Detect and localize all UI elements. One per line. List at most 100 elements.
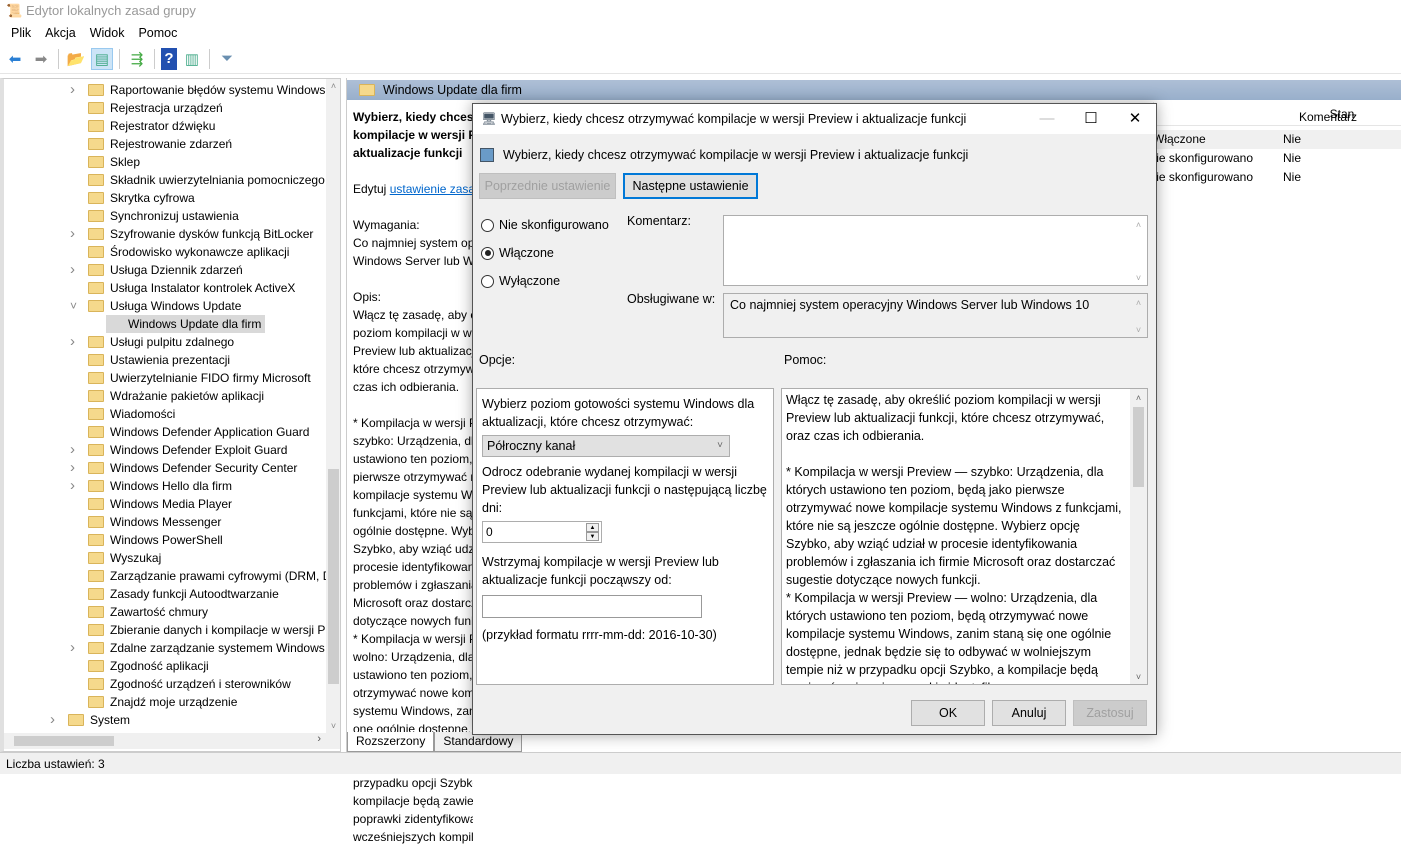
- tree-item[interactable]: › Windows Defender Security Center: [4, 459, 326, 477]
- tree-item[interactable]: › Szyfrowanie dysków funkcją BitLocker: [4, 225, 326, 243]
- tree-item-label: Windows Defender Security Center: [110, 461, 298, 475]
- tree-item[interactable]: › Usługi pulpitu zdalnego: [4, 333, 326, 351]
- maximize-button[interactable]: ☐: [1069, 104, 1113, 134]
- help-scrollbar[interactable]: ˄ ˅: [1130, 389, 1147, 684]
- tree-hscroll-thumb[interactable]: [14, 736, 114, 746]
- tree-item[interactable]: Wdrażanie pakietów aplikacji: [4, 387, 326, 405]
- menu-akcja[interactable]: Akcja: [38, 22, 83, 44]
- tree-horizontal-scrollbar[interactable]: ›: [4, 733, 340, 749]
- previous-setting-button[interactable]: Poprzednie ustawienie: [479, 173, 616, 199]
- tree-item[interactable]: Windows Defender Application Guard: [4, 423, 326, 441]
- chevron-right-icon[interactable]: ›: [50, 711, 60, 729]
- tree-item[interactable]: › Windows Defender Exploit Guard: [4, 441, 326, 459]
- defer-days-stepper[interactable]: 0 ▲ ▼: [482, 521, 602, 543]
- tree-item[interactable]: Zgodność urządzeń i sterowników: [4, 675, 326, 693]
- tree-item[interactable]: Sklep: [4, 153, 326, 171]
- tab-standardowy[interactable]: Standardowy: [434, 732, 523, 752]
- tree-item[interactable]: Windows Media Player: [4, 495, 326, 513]
- tab-rozszerzony[interactable]: Rozszerzony: [347, 732, 435, 752]
- tree-vertical-scrollbar[interactable]: ˄ ˅: [326, 79, 340, 733]
- pause-date-input[interactable]: [482, 595, 702, 618]
- next-setting-button[interactable]: Następne ustawienie: [623, 173, 758, 199]
- tree-item[interactable]: Zasady funkcji Autoodtwarzanie: [4, 585, 326, 603]
- tree-item[interactable]: › Usługa Dziennik zdarzeń: [4, 261, 326, 279]
- filter-icon[interactable]: ⏷: [216, 48, 238, 70]
- stepper-up-icon[interactable]: ▲: [586, 523, 599, 532]
- cancel-button[interactable]: Anuluj: [992, 700, 1066, 726]
- tree-item[interactable]: Synchronizuj ustawienia: [4, 207, 326, 225]
- menu-widok[interactable]: Widok: [83, 22, 132, 44]
- tree-item[interactable]: Składnik uwierzytelniania pomocniczego f: [4, 171, 331, 189]
- tree-item[interactable]: Rejestracja urządzeń: [4, 99, 326, 117]
- chevron-right-icon[interactable]: ›: [70, 81, 80, 99]
- scroll-up-icon[interactable]: ˄: [326, 81, 340, 91]
- export-list-icon[interactable]: ⇶: [126, 48, 148, 70]
- folder-icon: [88, 498, 104, 510]
- tree-item[interactable]: › System: [4, 711, 326, 729]
- tree-scroll-thumb[interactable]: [328, 469, 339, 684]
- tree-item[interactable]: Zawartość chmury: [4, 603, 326, 621]
- desc-line: ustawiono ten poziom, będą: [353, 668, 473, 682]
- tree-item[interactable]: Rejestrator dźwięku: [4, 117, 326, 135]
- tree-item[interactable]: Wiadomości: [4, 405, 326, 423]
- scroll-right-icon[interactable]: ›: [317, 733, 321, 745]
- up-folder-icon[interactable]: 📂: [65, 48, 87, 70]
- tree-item[interactable]: ˅ Usługa Windows Update: [4, 297, 326, 315]
- help-icon[interactable]: ?: [161, 47, 177, 70]
- chevron-right-icon[interactable]: ›: [70, 225, 80, 243]
- chevron-right-icon[interactable]: ›: [70, 441, 80, 459]
- radio-not-configured[interactable]: Nie skonfigurowano: [481, 218, 609, 232]
- tree-item[interactable]: Ustawienia prezentacji: [4, 351, 326, 369]
- chevron-right-icon[interactable]: ›: [70, 261, 80, 279]
- scroll-down-icon[interactable]: ˅: [326, 721, 340, 731]
- help-scroll-thumb[interactable]: [1133, 407, 1144, 487]
- tree-item[interactable]: Skrytka cyfrowa: [4, 189, 326, 207]
- edit-policy-link[interactable]: ustawienie zasad: [390, 182, 473, 196]
- radio-enabled[interactable]: Włączone: [481, 246, 554, 260]
- comment-textarea[interactable]: ˄ ˅: [723, 215, 1148, 286]
- tree-item[interactable]: Zgodność aplikacji: [4, 657, 326, 675]
- folder-icon: [88, 354, 104, 366]
- menu-plik[interactable]: Plik: [4, 22, 38, 44]
- minimize-button[interactable]: —: [1025, 104, 1069, 134]
- readiness-dropdown[interactable]: Półroczny kanał ˅: [482, 435, 730, 457]
- help-paragraph: Włącz tę zasadę, aby określić poziom kom…: [786, 393, 1105, 443]
- desc-line: wcześniejszych kompilacjach.: [353, 830, 473, 844]
- tree-item[interactable]: Zarządzanie prawami cyfrowymi (DRM, D: [4, 567, 331, 585]
- forward-arrow-icon[interactable]: ➡: [30, 48, 52, 70]
- desc-line: Co najmniej system operacyjny: [353, 236, 473, 250]
- show-action-pane-icon[interactable]: ▥: [181, 48, 203, 70]
- back-arrow-icon[interactable]: ⬅: [4, 48, 26, 70]
- tree-item[interactable]: Znajdź moje urządzenie: [4, 693, 326, 711]
- tree-item[interactable]: Windows Update dla firm: [4, 315, 326, 333]
- menu-pomoc[interactable]: Pomoc: [131, 22, 184, 44]
- chevron-right-icon[interactable]: ›: [70, 477, 80, 495]
- chevron-right-icon[interactable]: ›: [70, 333, 80, 351]
- tree-item[interactable]: Zbieranie danych i kompilacje w wersji P…: [4, 621, 329, 639]
- tree-item[interactable]: Usługa Instalator kontrolek ActiveX: [4, 279, 326, 297]
- apply-button[interactable]: Zastosuj: [1073, 700, 1147, 726]
- chevron-right-icon[interactable]: ›: [70, 639, 80, 657]
- stepper-down-icon[interactable]: ▼: [586, 532, 599, 541]
- desc-line: [353, 270, 473, 288]
- tree-item[interactable]: Windows PowerShell: [4, 531, 326, 549]
- tree-item[interactable]: › Zdalne zarządzanie systemem Windows (W: [4, 639, 340, 657]
- options-label: Opcje:: [479, 353, 516, 367]
- tree-item-label: Zgodność urządzeń i sterowników: [110, 677, 291, 691]
- tree-item[interactable]: › Windows Hello dla firm: [4, 477, 326, 495]
- supported-scrollbar[interactable]: ˄ ˅: [1130, 294, 1147, 337]
- radio-disabled[interactable]: Wyłączone: [481, 274, 560, 288]
- chevron-down-icon[interactable]: ˅: [70, 297, 80, 315]
- close-button[interactable]: ✕: [1113, 104, 1157, 134]
- comment-scrollbar[interactable]: ˄ ˅: [1130, 216, 1147, 285]
- tree-item[interactable]: › Raportowanie błędów systemu Windows: [4, 81, 326, 99]
- show-hide-tree-icon[interactable]: ▤: [91, 47, 113, 70]
- tree-item[interactable]: Rejestrowanie zdarzeń: [4, 135, 326, 153]
- tree-item[interactable]: Wyszukaj: [4, 549, 326, 567]
- ok-button[interactable]: OK: [911, 700, 985, 726]
- tree-item[interactable]: Windows Messenger: [4, 513, 326, 531]
- chevron-right-icon[interactable]: ›: [70, 459, 80, 477]
- tree-item[interactable]: Uwierzytelnianie FIDO firmy Microsoft: [4, 369, 326, 387]
- column-header-komentarz[interactable]: Komentarz: [1253, 110, 1401, 124]
- tree-item[interactable]: Środowisko wykonawcze aplikacji: [4, 243, 326, 261]
